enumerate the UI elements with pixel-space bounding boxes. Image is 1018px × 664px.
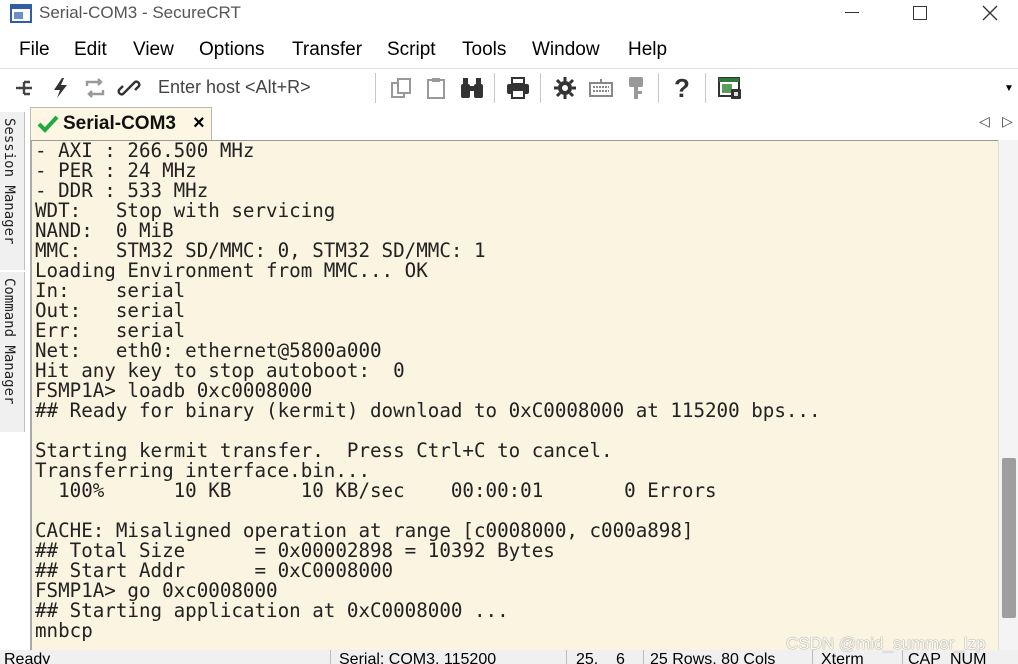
toolbar: ? ▼ [0, 68, 1018, 107]
terminal-line: ## Start Addr = 0xC0008000 [35, 559, 394, 582]
terminal-scrollbar[interactable] [998, 140, 1018, 650]
terminal-line: CACHE: Misaligned operation at range [c0… [35, 519, 694, 542]
copy-icon[interactable] [388, 75, 414, 101]
help-icon[interactable]: ? [670, 75, 696, 101]
toolbar-divider [375, 73, 376, 103]
sftp-icon[interactable] [717, 75, 743, 101]
terminal-line: - DDR : 533 MHz [35, 179, 209, 202]
print-icon[interactable] [505, 75, 531, 101]
menu-tools[interactable]: Tools [462, 36, 506, 61]
key-icon[interactable] [623, 75, 649, 101]
terminal-line: FSMP1A> loadb 0xc0008000 [35, 379, 313, 402]
tab-close-icon[interactable]: × [193, 112, 205, 135]
terminal-line: mnbcp [35, 619, 93, 642]
title-bar: Serial-COM3 - SecureCRT [0, 0, 1018, 30]
terminal-line: ## Total Size = 0x00002898 = 10392 Bytes [35, 539, 555, 562]
securecrt-app-icon[interactable] [10, 4, 32, 24]
menu-help[interactable]: Help [628, 36, 667, 61]
quick-connect-icon[interactable] [47, 75, 73, 101]
menu-file[interactable]: File [19, 36, 50, 61]
terminal-line: Err: serial [35, 319, 186, 342]
close-window-button[interactable] [955, 0, 1018, 26]
command-manager-label: Command Manager [1, 278, 17, 405]
csdn-watermark: CSDN @mid_summer_lzp [786, 634, 986, 653]
connected-check-icon [37, 114, 59, 139]
terminal-line: WDT: Stop with servicing [35, 199, 336, 222]
status-divider [643, 650, 644, 664]
minimize-button[interactable] [817, 0, 887, 26]
status-size: 25 Rows, 80 Cols [650, 651, 776, 664]
command-manager-panel[interactable]: Command Manager [0, 272, 25, 432]
terminal-line: Hit any key to stop autoboot: 0 [35, 359, 405, 382]
status-connection: Serial: COM3, 115200 [339, 651, 497, 664]
toolbar-divider [540, 73, 541, 103]
terminal-line: - AXI : 266.500 MHz [35, 140, 255, 162]
scrollbar-thumb[interactable] [1002, 458, 1016, 618]
toolbar-overflow-icon[interactable]: ▼ [1004, 83, 1014, 94]
svg-text:?: ? [674, 75, 690, 101]
tab-scroll-right-icon[interactable]: ▷ [1002, 113, 1013, 130]
menu-transfer[interactable]: Transfer [292, 36, 362, 61]
status-col: 6 [616, 651, 625, 664]
reconnect-icon[interactable] [82, 75, 108, 101]
enter-host-input[interactable] [152, 73, 379, 101]
maximize-button[interactable] [885, 0, 955, 26]
terminal-line: - PER : 24 MHz [35, 159, 197, 182]
terminal-line: Starting kermit transfer. Press Ctrl+C t… [35, 439, 613, 462]
keymap-icon[interactable] [588, 75, 614, 101]
terminal-line: 100% 10 KB 10 KB/sec 00:00:01 0 Errors [35, 479, 717, 502]
terminal-line: Transferring interface.bin... [35, 459, 371, 482]
toolbar-divider [658, 73, 659, 103]
menu-options[interactable]: Options [199, 36, 264, 61]
paste-icon[interactable] [423, 75, 449, 101]
connect-icon[interactable] [11, 75, 37, 101]
terminal-line: Out: serial [35, 299, 186, 322]
disconnect-icon[interactable] [116, 75, 142, 101]
terminal-line: ## Ready for binary (kermit) download to… [35, 399, 821, 422]
tab-scroll-left-icon[interactable]: ◁ [979, 113, 990, 130]
tab-label: Serial-COM3 [63, 113, 176, 134]
menu-script[interactable]: Script [387, 36, 436, 61]
terminal-line: ## Starting application at 0xC0008000 ..… [35, 599, 509, 622]
terminal-line: Net: eth0: ethernet@5800a000 [35, 339, 382, 362]
status-divider [330, 650, 331, 664]
terminal-line: In: serial [35, 279, 186, 302]
session-manager-panel[interactable]: Session Manager [0, 112, 25, 270]
status-ready: Ready [4, 651, 51, 664]
status-row: 25, [576, 651, 599, 664]
terminal-output[interactable]: - AXI : 266.500 MHz - PER : 24 MHz - DDR… [30, 140, 998, 650]
window-title: Serial-COM3 - SecureCRT [39, 3, 241, 22]
menu-bar: File Edit View Options Transfer Script T… [0, 36, 1018, 64]
terminal-line: NAND: 0 MiB [35, 219, 174, 242]
session-manager-label: Session Manager [1, 118, 17, 245]
menu-view[interactable]: View [133, 36, 174, 61]
tab-serial-com3[interactable]: Serial-COM3 × [30, 107, 212, 140]
terminal-line: MMC: STM32 SD/MMC: 0, STM32 SD/MMC: 1 [35, 239, 486, 262]
terminal-line: FSMP1A> go 0xc0008000 [35, 579, 278, 602]
toolbar-divider [494, 73, 495, 103]
status-divider [566, 650, 567, 664]
session-tab-bar: Serial-COM3 × ◁ ▷ [27, 107, 1018, 140]
toolbar-divider [705, 73, 706, 103]
menu-edit[interactable]: Edit [74, 36, 107, 61]
find-icon[interactable] [459, 75, 485, 101]
settings-icon[interactable] [552, 75, 578, 101]
menu-window[interactable]: Window [532, 36, 600, 61]
terminal-line: Loading Environment from MMC... OK [35, 259, 428, 282]
